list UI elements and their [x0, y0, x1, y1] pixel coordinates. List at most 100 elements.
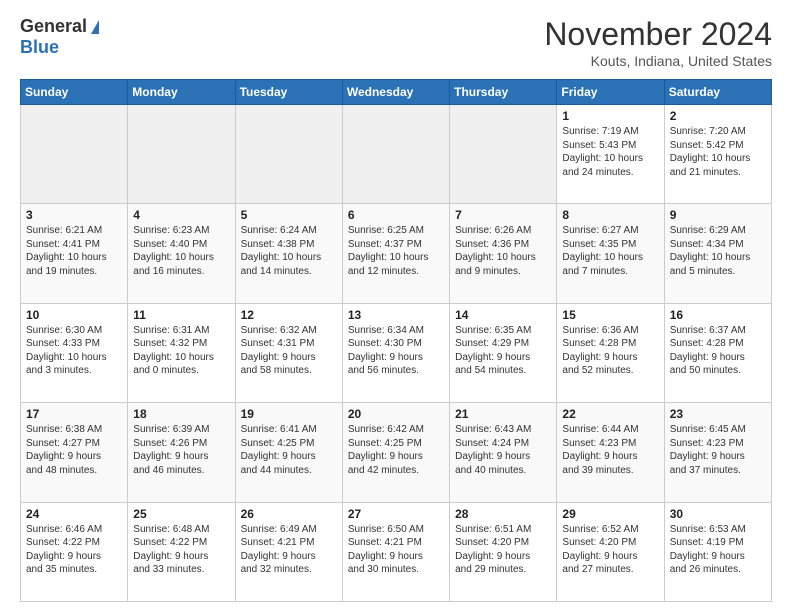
calendar-cell: 6 Sunrise: 6:25 AM Sunset: 4:37 PM Daylig…: [342, 204, 449, 303]
calendar-cell: 16Sunrise: 6:37 AM Sunset: 4:28 PM Dayli…: [664, 303, 771, 402]
day-number: 28: [455, 507, 551, 521]
day-info: Sunrise: 6:31 AM Sunset: 4:32 PM Dayligh…: [133, 324, 229, 378]
day-number: 22: [562, 407, 658, 421]
calendar-table: SundayMondayTuesdayWednesdayThursdayFrid…: [20, 79, 772, 602]
day-number: 14: [455, 308, 551, 322]
calendar-cell: 21 Sunrise: 6:43 AM Sunset: 4:24 PM Dayli…: [450, 403, 557, 502]
calendar-cell: 12 Sunrise: 6:32 AM Sunset: 4:31 PM Dayli…: [235, 303, 342, 402]
day-info: Sunrise: 6:38 AM Sunset: 4:27 PM Dayligh…: [26, 423, 122, 477]
day-number: 16: [670, 308, 766, 322]
day-number: 17: [26, 407, 122, 421]
calendar-cell: 28 Sunrise: 6:51 AM Sunset: 4:20 PM Dayli…: [450, 502, 557, 601]
day-info: Sunrise: 6:50 AM Sunset: 4:21 PM Dayligh…: [348, 523, 444, 577]
day-number: 21: [455, 407, 551, 421]
calendar-cell: 14Sunrise: 6:35 AM Sunset: 4:29 PM Dayli…: [450, 303, 557, 402]
day-info: Sunrise: 6:34 AM Sunset: 4:30 PM Dayligh…: [348, 324, 444, 378]
calendar-cell: 11 Sunrise: 6:31 AM Sunset: 4:32 PM Dayli…: [128, 303, 235, 402]
day-number: 2: [670, 109, 766, 123]
calendar-cell: 17 Sunrise: 6:38 AM Sunset: 4:27 PM Dayli…: [21, 403, 128, 502]
header: General Blue November 2024 Kouts, Indian…: [20, 16, 772, 69]
day-info: Sunrise: 6:32 AM Sunset: 4:31 PM Dayligh…: [241, 324, 337, 378]
calendar-cell: 20 Sunrise: 6:42 AM Sunset: 4:25 PM Dayli…: [342, 403, 449, 502]
day-number: 3: [26, 208, 122, 222]
page: General Blue November 2024 Kouts, Indian…: [0, 0, 792, 612]
weekday-header: Sunday: [21, 80, 128, 105]
weekday-header: Wednesday: [342, 80, 449, 105]
day-info: Sunrise: 6:36 AM Sunset: 4:28 PM Dayligh…: [562, 324, 658, 378]
day-info: Sunrise: 6:21 AM Sunset: 4:41 PM Dayligh…: [26, 224, 122, 278]
calendar-cell: [450, 105, 557, 204]
calendar-cell: [21, 105, 128, 204]
day-info: Sunrise: 6:43 AM Sunset: 4:24 PM Dayligh…: [455, 423, 551, 477]
calendar-cell: 30 Sunrise: 6:53 AM Sunset: 4:19 PM Dayli…: [664, 502, 771, 601]
day-number: 19: [241, 407, 337, 421]
calendar-week-row: 1Sunrise: 7:19 AM Sunset: 5:43 PM Daylig…: [21, 105, 772, 204]
day-number: 12: [241, 308, 337, 322]
calendar-cell: 25Sunrise: 6:48 AM Sunset: 4:22 PM Dayli…: [128, 502, 235, 601]
calendar-cell: 9Sunrise: 6:29 AM Sunset: 4:34 PM Daylig…: [664, 204, 771, 303]
day-info: Sunrise: 6:29 AM Sunset: 4:34 PM Dayligh…: [670, 224, 766, 278]
calendar-cell: 5Sunrise: 6:24 AM Sunset: 4:38 PM Daylig…: [235, 204, 342, 303]
day-number: 30: [670, 507, 766, 521]
day-number: 4: [133, 208, 229, 222]
title-block: November 2024 Kouts, Indiana, United Sta…: [544, 16, 772, 69]
calendar-cell: 24 Sunrise: 6:46 AM Sunset: 4:22 PM Dayli…: [21, 502, 128, 601]
day-number: 23: [670, 407, 766, 421]
calendar-week-row: 17 Sunrise: 6:38 AM Sunset: 4:27 PM Dayli…: [21, 403, 772, 502]
calendar-week-row: 10Sunrise: 6:30 AM Sunset: 4:33 PM Dayli…: [21, 303, 772, 402]
calendar-cell: [235, 105, 342, 204]
day-number: 13: [348, 308, 444, 322]
weekday-header: Tuesday: [235, 80, 342, 105]
day-number: 29: [562, 507, 658, 521]
day-number: 20: [348, 407, 444, 421]
weekday-header: Monday: [128, 80, 235, 105]
day-info: Sunrise: 6:46 AM Sunset: 4:22 PM Dayligh…: [26, 523, 122, 577]
weekday-header: Friday: [557, 80, 664, 105]
day-info: Sunrise: 6:51 AM Sunset: 4:20 PM Dayligh…: [455, 523, 551, 577]
weekday-header: Thursday: [450, 80, 557, 105]
calendar-cell: 26 Sunrise: 6:49 AM Sunset: 4:21 PM Dayli…: [235, 502, 342, 601]
calendar-cell: 2Sunrise: 7:20 AM Sunset: 5:42 PM Daylig…: [664, 105, 771, 204]
calendar-week-row: 24 Sunrise: 6:46 AM Sunset: 4:22 PM Dayli…: [21, 502, 772, 601]
logo-icon: [91, 20, 99, 34]
calendar-cell: 3 Sunrise: 6:21 AM Sunset: 4:41 PM Daylig…: [21, 204, 128, 303]
weekday-header-row: SundayMondayTuesdayWednesdayThursdayFrid…: [21, 80, 772, 105]
calendar-cell: 19 Sunrise: 6:41 AM Sunset: 4:25 PM Dayli…: [235, 403, 342, 502]
day-number: 1: [562, 109, 658, 123]
day-number: 24: [26, 507, 122, 521]
day-number: 15: [562, 308, 658, 322]
day-number: 26: [241, 507, 337, 521]
calendar-week-row: 3 Sunrise: 6:21 AM Sunset: 4:41 PM Daylig…: [21, 204, 772, 303]
calendar-cell: 1Sunrise: 7:19 AM Sunset: 5:43 PM Daylig…: [557, 105, 664, 204]
day-number: 11: [133, 308, 229, 322]
day-info: Sunrise: 6:25 AM Sunset: 4:37 PM Dayligh…: [348, 224, 444, 278]
calendar-cell: 8Sunrise: 6:27 AM Sunset: 4:35 PM Daylig…: [557, 204, 664, 303]
day-info: Sunrise: 6:39 AM Sunset: 4:26 PM Dayligh…: [133, 423, 229, 477]
day-info: Sunrise: 6:26 AM Sunset: 4:36 PM Dayligh…: [455, 224, 551, 278]
calendar-cell: 23 Sunrise: 6:45 AM Sunset: 4:23 PM Dayli…: [664, 403, 771, 502]
day-number: 10: [26, 308, 122, 322]
day-number: 5: [241, 208, 337, 222]
day-info: Sunrise: 6:41 AM Sunset: 4:25 PM Dayligh…: [241, 423, 337, 477]
logo: General Blue: [20, 16, 99, 58]
day-info: Sunrise: 6:42 AM Sunset: 4:25 PM Dayligh…: [348, 423, 444, 477]
calendar-cell: [342, 105, 449, 204]
calendar-cell: 15 Sunrise: 6:36 AM Sunset: 4:28 PM Dayli…: [557, 303, 664, 402]
weekday-header: Saturday: [664, 80, 771, 105]
day-info: Sunrise: 6:48 AM Sunset: 4:22 PM Dayligh…: [133, 523, 229, 577]
day-info: Sunrise: 6:53 AM Sunset: 4:19 PM Dayligh…: [670, 523, 766, 577]
month-title: November 2024: [544, 16, 772, 53]
logo-blue-text: Blue: [20, 37, 59, 58]
calendar-cell: 22 Sunrise: 6:44 AM Sunset: 4:23 PM Dayli…: [557, 403, 664, 502]
calendar-cell: [128, 105, 235, 204]
logo-general-text: General: [20, 16, 87, 37]
day-info: Sunrise: 6:44 AM Sunset: 4:23 PM Dayligh…: [562, 423, 658, 477]
day-number: 18: [133, 407, 229, 421]
day-number: 6: [348, 208, 444, 222]
day-info: Sunrise: 6:45 AM Sunset: 4:23 PM Dayligh…: [670, 423, 766, 477]
calendar-cell: 18 Sunrise: 6:39 AM Sunset: 4:26 PM Dayli…: [128, 403, 235, 502]
calendar-cell: 7Sunrise: 6:26 AM Sunset: 4:36 PM Daylig…: [450, 204, 557, 303]
day-info: Sunrise: 6:27 AM Sunset: 4:35 PM Dayligh…: [562, 224, 658, 278]
day-info: Sunrise: 6:49 AM Sunset: 4:21 PM Dayligh…: [241, 523, 337, 577]
day-info: Sunrise: 6:23 AM Sunset: 4:40 PM Dayligh…: [133, 224, 229, 278]
